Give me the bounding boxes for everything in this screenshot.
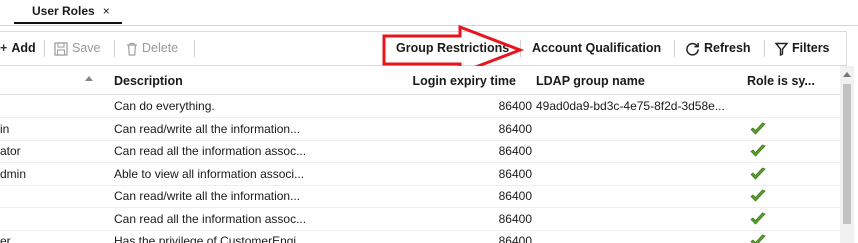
cell-login-expiry: 86400	[498, 121, 532, 136]
cell-name	[0, 208, 100, 230]
table-row[interactable]: er Has the privilege of CustomerEngi... 86…	[0, 230, 840, 243]
cell-login-expiry: 86400	[498, 234, 532, 243]
toolbar-divider	[114, 40, 115, 57]
check-icon	[750, 167, 766, 180]
save-icon	[54, 42, 68, 56]
table-row[interactable]: Can read all the information assoc... 864…	[0, 208, 840, 231]
cell-name: er	[0, 234, 11, 243]
save-button[interactable]: Save	[54, 32, 101, 65]
toolbar-divider	[194, 40, 195, 57]
column-header-login-expiry[interactable]: Login expiry time	[396, 66, 517, 94]
cell-name: ator	[0, 144, 21, 158]
cell-name: in	[0, 121, 10, 136]
cell-ldap-group: 49ad0da9-bd3c-4e75-8f2d-3d58e...	[536, 99, 725, 113]
cell-login-expiry: 86400	[498, 189, 532, 203]
cell-ldap-group	[536, 208, 740, 230]
sort-ascending-icon[interactable]	[85, 76, 93, 81]
cell-ldap-group	[536, 163, 740, 185]
table-row[interactable]: in Can read/write all the information... 8…	[0, 118, 840, 141]
check-icon	[750, 144, 766, 157]
cell-description: Able to view all information associ...	[114, 166, 305, 181]
cell-description: Can read all the information assoc...	[114, 211, 307, 226]
column-header-description[interactable]: Description	[114, 66, 394, 94]
refresh-icon	[686, 43, 699, 56]
filter-icon	[775, 42, 788, 56]
save-label: Save	[72, 41, 101, 55]
check-icon	[750, 122, 766, 135]
account-qualification-label: Account Qualification	[532, 41, 662, 55]
account-qualification-button[interactable]: Account Qualification	[532, 32, 661, 65]
refresh-label: Refresh	[704, 41, 751, 55]
filters-button[interactable]: Filters	[775, 32, 830, 65]
cell-name: dmin	[0, 166, 27, 181]
cell-login-expiry: 86400	[498, 211, 532, 226]
table-row[interactable]: Can read/write all the information... 864…	[0, 185, 840, 208]
vertical-scrollbar[interactable]	[840, 66, 854, 243]
add-label: Add	[11, 41, 36, 55]
grid-header: Description Login expiry time LDAP group…	[0, 66, 840, 95]
cell-login-expiry: 86400	[498, 166, 532, 181]
check-icon	[750, 189, 766, 202]
cell-login-expiry: 86400	[498, 99, 532, 113]
cell-login-expiry: 86400	[498, 144, 532, 158]
table-row[interactable]: Can do everything. 86400 49ad0da9-bd3c-4e7…	[0, 95, 840, 118]
close-icon[interactable]: ×	[103, 4, 110, 18]
cell-ldap-group	[536, 185, 740, 207]
table-row[interactable]: dmin Able to view all information associ.…	[0, 163, 840, 186]
trash-icon	[127, 42, 137, 56]
roles-grid: Description Login expiry time LDAP group…	[0, 66, 846, 243]
cell-ldap-group	[536, 140, 740, 162]
cell-name	[0, 95, 100, 117]
cell-ldap-group	[536, 118, 740, 140]
delete-label: Delete	[142, 41, 179, 55]
scroll-thumb[interactable]	[843, 84, 851, 224]
refresh-button[interactable]: Refresh	[685, 32, 751, 65]
plus-icon: +	[0, 41, 8, 56]
cell-description: Can read/write all the information...	[114, 121, 301, 136]
check-icon	[750, 212, 766, 225]
cell-name	[0, 185, 100, 207]
toolbar-divider	[764, 40, 765, 57]
delete-button[interactable]: Delete	[126, 32, 178, 65]
column-header-role-system[interactable]: Role is sy...	[747, 66, 837, 94]
tab-bar: User Roles ×	[0, 0, 858, 26]
check-icon	[750, 234, 766, 243]
cell-description: Can do everything.	[114, 99, 215, 113]
add-button[interactable]: + Add	[0, 32, 36, 65]
cell-description: Can read all the information assoc...	[114, 144, 307, 158]
filters-label: Filters	[792, 41, 830, 55]
tab-label: User Roles	[32, 4, 95, 18]
toolbar-divider	[44, 40, 45, 57]
scroll-up-icon[interactable]	[843, 72, 851, 77]
tab-user-roles[interactable]: User Roles ×	[14, 0, 122, 24]
table-row[interactable]: ator Can read all the information assoc..…	[0, 140, 840, 163]
cell-description: Has the privilege of CustomerEngi...	[114, 234, 307, 243]
column-header-ldap-group[interactable]: LDAP group name	[536, 66, 736, 94]
cell-ldap-group	[536, 230, 740, 243]
cell-description: Can read/write all the information...	[114, 189, 301, 203]
toolbar-divider	[674, 40, 675, 57]
